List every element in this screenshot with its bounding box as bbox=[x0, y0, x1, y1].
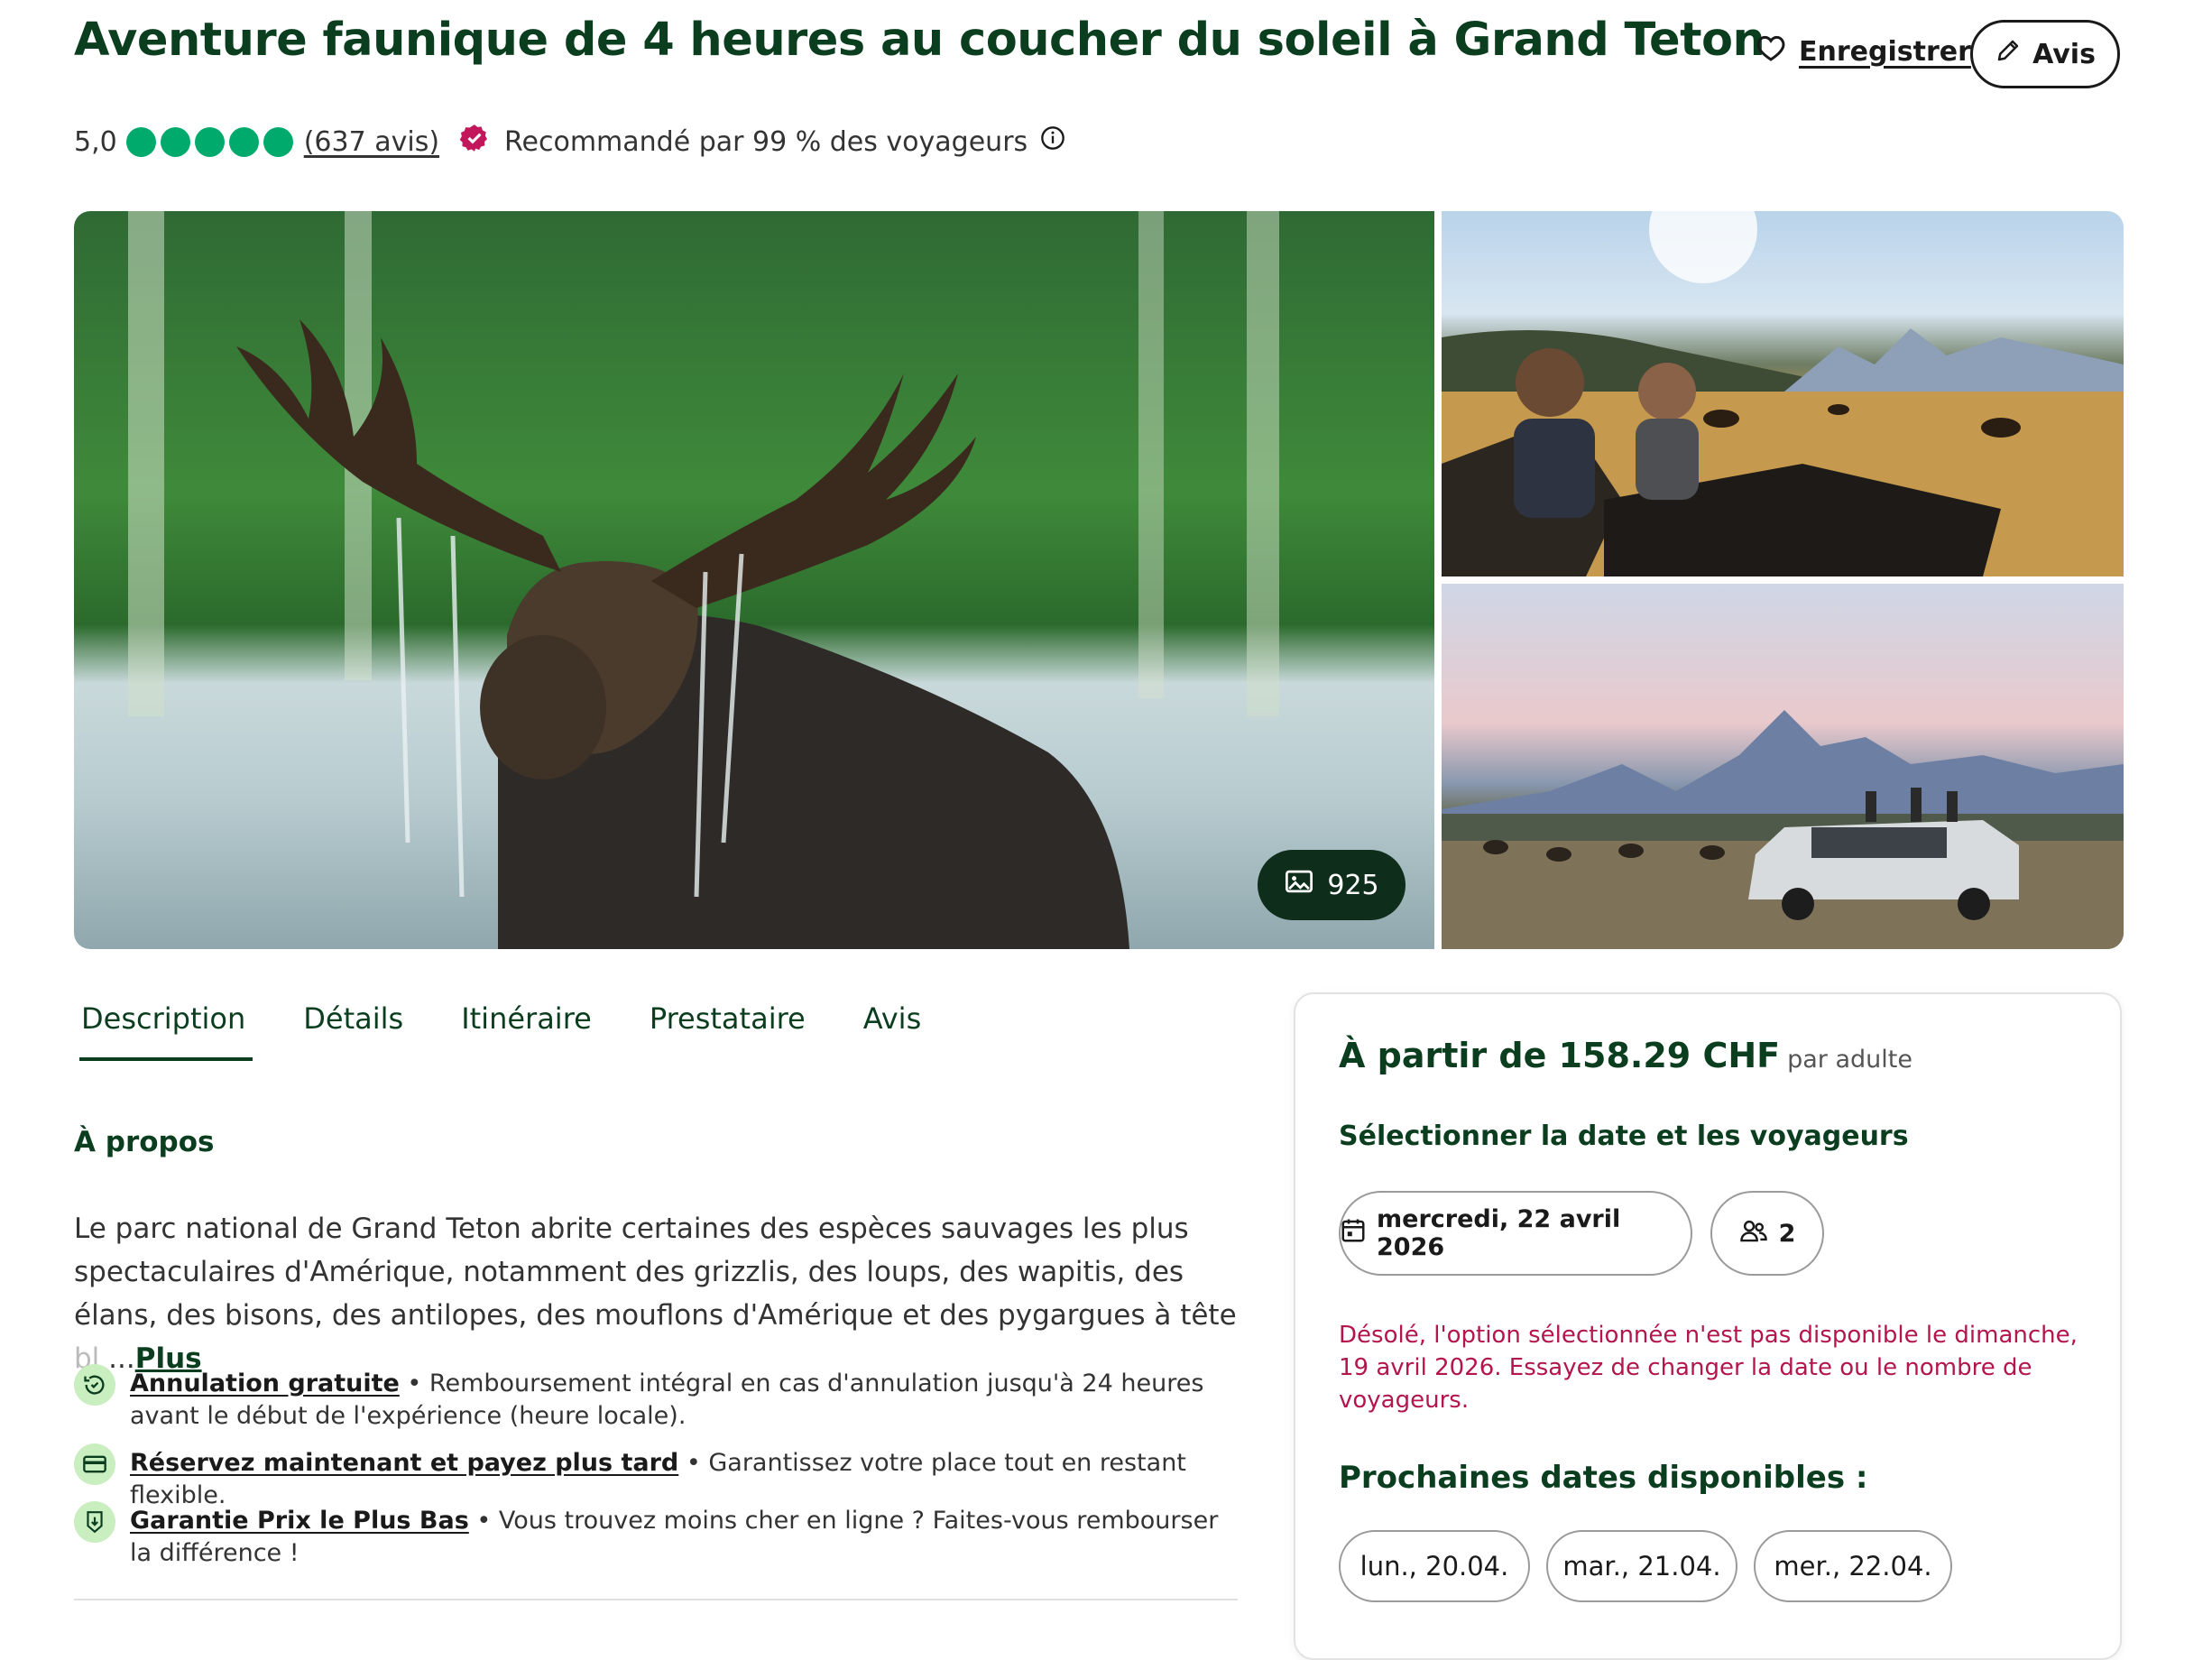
travelers-picker-button[interactable]: 2 bbox=[1710, 1191, 1824, 1276]
tab-reviews[interactable]: Avis bbox=[856, 1001, 929, 1061]
select-heading: Sélectionner la date et les voyageurs bbox=[1339, 1120, 1909, 1152]
image-icon bbox=[1284, 868, 1314, 902]
recommended-text: Recommandé par 99 % des voyageurs bbox=[504, 125, 1028, 158]
next-date-chip[interactable]: mer., 22.04. bbox=[1754, 1530, 1952, 1602]
photo-safari-couple[interactable] bbox=[1442, 211, 2124, 576]
info-icon[interactable] bbox=[1040, 125, 1065, 158]
rating-bubble bbox=[263, 126, 293, 157]
price-line: À partir de 158.29 CHF par adulte bbox=[1339, 1036, 1912, 1075]
card-icon bbox=[74, 1443, 115, 1485]
photo-gallery: 925 bbox=[74, 211, 2124, 949]
travelers-value: 2 bbox=[1778, 1219, 1796, 1248]
rating-bubbles bbox=[125, 126, 293, 157]
pencil-icon bbox=[1995, 37, 2022, 71]
save-label: Enregistrer bbox=[1799, 35, 1971, 68]
photo-safari-van[interactable] bbox=[1442, 584, 2124, 949]
review-label: Avis bbox=[2032, 38, 2096, 70]
next-date-chip[interactable]: lun., 20.04. bbox=[1339, 1530, 1530, 1602]
calendar-icon bbox=[1341, 1217, 1366, 1250]
feature-reserve-now: Réservez maintenant et payez plus tard •… bbox=[74, 1443, 1247, 1512]
save-button[interactable]: Enregistrer bbox=[1756, 34, 1971, 69]
price: À partir de 158.29 CHF bbox=[1339, 1036, 1781, 1075]
booking-panel: À partir de 158.29 CHF par adulte Sélecti… bbox=[1294, 992, 2122, 1660]
feature-free-cancellation: Annulation gratuite • Remboursement inté… bbox=[74, 1364, 1247, 1433]
reviews-count-link[interactable]: (637 avis) bbox=[304, 126, 439, 158]
free-cancellation-link[interactable]: Annulation gratuite bbox=[130, 1370, 400, 1397]
section-tabs: Description Détails Itinéraire Prestatai… bbox=[74, 1001, 928, 1061]
travelers-icon bbox=[1739, 1218, 1768, 1250]
heart-icon bbox=[1756, 34, 1786, 69]
write-review-button[interactable]: Avis bbox=[1970, 20, 2120, 88]
rating-summary: 5,0 (637 avis) Recommandé par 99 % des v… bbox=[74, 119, 1065, 164]
tab-operator[interactable]: Prestataire bbox=[642, 1001, 813, 1061]
about-description: Le parc national de Grand Teton abrite c… bbox=[74, 1213, 1237, 1375]
price-tag-icon bbox=[74, 1501, 115, 1543]
next-date-chip[interactable]: mar., 21.04. bbox=[1546, 1530, 1737, 1602]
availability-error: Désolé, l'option sélectionnée n'est pas … bbox=[1339, 1322, 2078, 1414]
rating-bubble bbox=[160, 126, 190, 157]
feature-price-guarantee: Garantie Prix le Plus Bas • Vous trouvez… bbox=[74, 1501, 1247, 1570]
rating-bubble bbox=[228, 126, 259, 157]
tab-details[interactable]: Détails bbox=[296, 1001, 410, 1061]
recommended-badge-icon bbox=[459, 123, 490, 161]
rating-bubble bbox=[125, 126, 156, 157]
date-picker-button[interactable]: mercredi, 22 avril 2026 bbox=[1339, 1191, 1692, 1276]
page-title: Aventure faunique de 4 heures au coucher… bbox=[74, 14, 1765, 67]
rating-score: 5,0 bbox=[74, 125, 117, 158]
about-text: Le parc national de Grand Teton abrite c… bbox=[74, 1213, 1237, 1332]
date-value: mercredi, 22 avril 2026 bbox=[1377, 1205, 1621, 1261]
tab-itinerary[interactable]: Itinéraire bbox=[454, 1001, 599, 1061]
main-photo-moose[interactable] bbox=[74, 211, 1434, 949]
tab-description[interactable]: Description bbox=[74, 1001, 253, 1061]
photo-count-label: 925 bbox=[1327, 869, 1379, 901]
rating-bubble bbox=[194, 126, 225, 157]
reserve-now-link[interactable]: Réservez maintenant et payez plus tard bbox=[130, 1449, 678, 1477]
price-guarantee-link[interactable]: Garantie Prix le Plus Bas bbox=[130, 1507, 469, 1535]
cancellation-icon bbox=[74, 1364, 115, 1406]
price-unit: par adulte bbox=[1787, 1046, 1912, 1074]
section-divider bbox=[74, 1599, 1238, 1600]
next-dates-heading: Prochaines dates disponibles : bbox=[1339, 1460, 1868, 1496]
about-heading: À propos bbox=[74, 1126, 215, 1158]
photo-count-button[interactable]: 925 bbox=[1258, 850, 1406, 920]
